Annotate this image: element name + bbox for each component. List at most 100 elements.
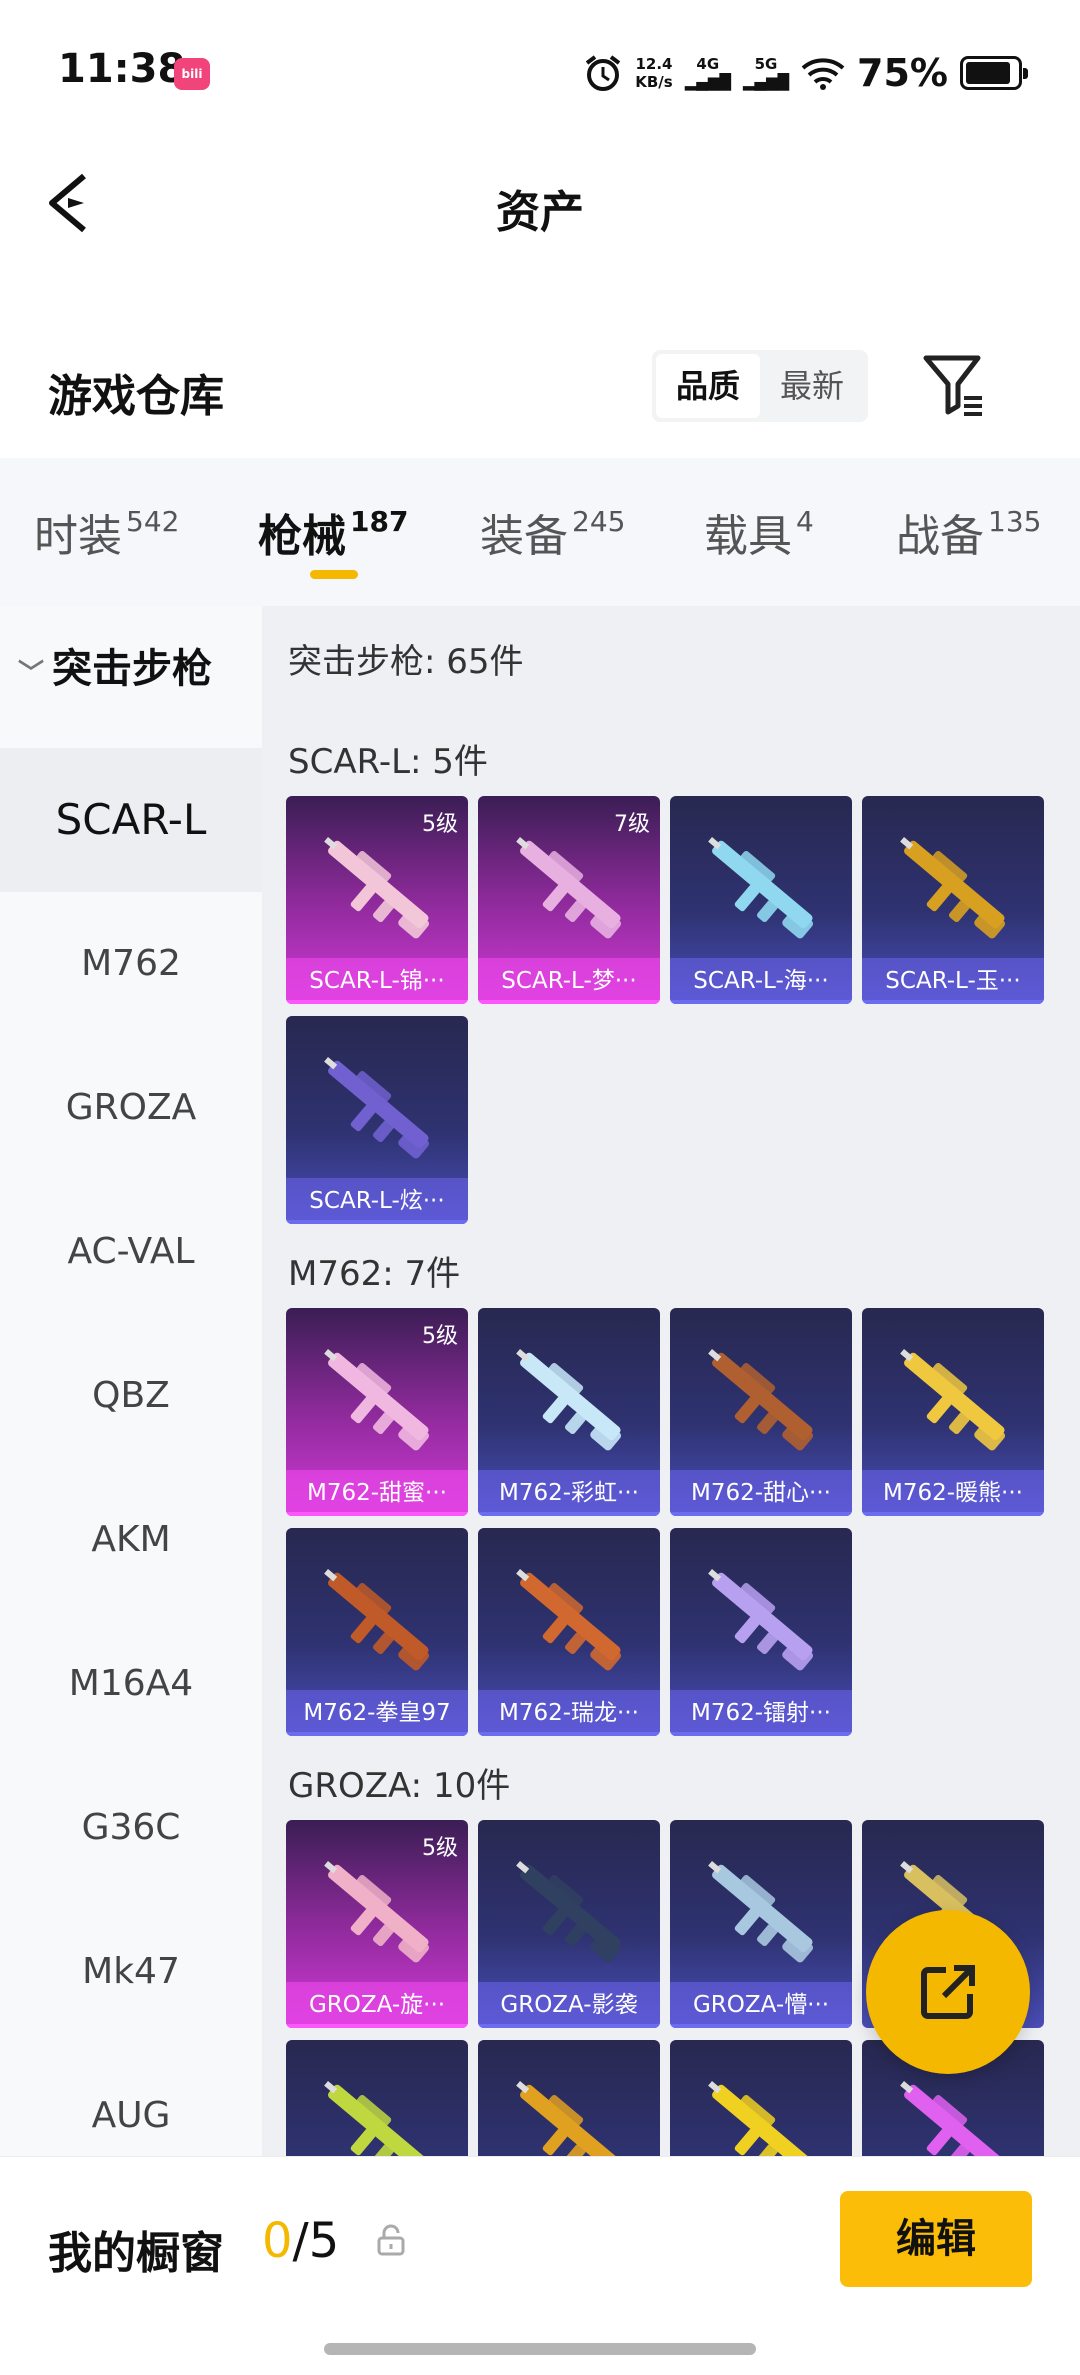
rifle-icon [516,1861,622,1963]
sidebar-item-scar-l[interactable]: SCAR-L [0,748,262,892]
section-title: M762: 7件 [288,1254,461,1294]
rifle-icon [516,837,622,939]
wifi-icon [801,58,845,90]
filter-icon[interactable] [920,350,990,420]
weapon-card[interactable]: M762-瑞龙··· [478,1528,660,1736]
signal-5g-icon: 5G ▂▄▆█ [742,55,790,91]
rifle-icon [900,1349,1006,1451]
weapon-name: SCAR-L-玉··· [862,958,1044,1004]
tab-vehicles[interactable]: 载具 4 [704,500,814,564]
rifle-icon [708,1569,814,1671]
weapon-card[interactable]: M762-暖熊··· [862,1308,1044,1516]
rifle-icon [324,1569,430,1671]
rifle-icon [516,1349,622,1451]
category-header[interactable]: ﹀ 突击步枪 [18,636,212,694]
weapon-name: SCAR-L-梦··· [478,958,660,1004]
chevron-down-icon: ﹀ [18,658,45,689]
share-button[interactable] [866,1910,1030,2074]
rifle-icon [708,2081,814,2156]
weapon-name: M762-彩虹··· [478,1470,660,1516]
showcase-bar: 我的橱窗 0/5 编辑 [0,2156,1080,2375]
level-badge: 7级 [614,812,650,837]
home-indicator [324,2343,756,2355]
alarm-icon [586,55,621,91]
weapon-name: M762-甜蜜··· [286,1470,468,1516]
weapon-card[interactable]: M762-甜心··· [670,1308,852,1516]
weapon-name: SCAR-L-锦··· [286,958,468,1004]
net-speed: 12.4 KB/s [635,55,673,91]
level-badge: 5级 [422,1324,458,1349]
weapon-card[interactable]: 7级 SCAR-L-梦··· [478,796,660,1004]
weapon-card[interactable]: SCAR-L-玉··· [862,796,1044,1004]
level-badge: 5级 [422,1836,458,1861]
section-title: SCAR-L: 5件 [288,742,488,782]
rifle-icon [900,837,1006,939]
active-tab-indicator [310,570,358,579]
level-badge: 5级 [422,812,458,837]
battery-icon [960,56,1028,90]
weapon-card[interactable]: 5级 M762-甜蜜··· [286,1308,468,1516]
rifle-icon [324,1349,430,1451]
weapon-name: GROZA-懵··· [670,1982,852,2028]
weapon-card[interactable]: 5级 SCAR-L-锦··· [286,796,468,1004]
sort-newest-option[interactable]: 最新 [760,354,864,418]
weapon-card[interactable]: SCAR-L-海··· [670,796,852,1004]
weapon-name: M762-暖熊··· [862,1470,1044,1516]
weapon-card[interactable]: GROZA-懵··· [670,1820,852,2028]
rifle-icon [708,1349,814,1451]
lock-icon [377,2224,405,2256]
weapon-name: M762-拳皇97 [286,1690,468,1736]
sidebar-item-g36c[interactable]: G36C [0,1756,262,1900]
category-tabs: 时装 542 枪械 187 装备 245 载具 4 战备 135 [0,458,1080,606]
weapon-card[interactable] [670,2040,852,2156]
showcase-label: 我的橱窗 [48,2228,224,2279]
showcase-count: 0/5 [262,2213,340,2269]
weapon-card[interactable] [286,2040,468,2156]
rifle-icon [708,1861,814,1963]
status-bar: 11:38 bili 12.4 KB/s 4G ▂▄▆█ 5G ▂▄▆█ 75% [0,0,1080,140]
weapon-name: GROZA-旋··· [286,1982,468,2028]
weapon-name: M762-甜心··· [670,1470,852,1516]
rifle-icon [324,1057,430,1159]
bilibili-app-icon: bili [174,58,210,90]
rifle-icon [324,837,430,939]
edit-button[interactable]: 编辑 [840,2191,1032,2287]
weapon-name: SCAR-L-海··· [670,958,852,1004]
sidebar-item-groza[interactable]: GROZA [0,1036,262,1180]
page-title: 资产 [496,187,584,238]
tab-fashion[interactable]: 时装 542 [34,500,179,564]
battery-percent: 75% [857,51,948,95]
rifle-icon [708,837,814,939]
rifle-icon [516,2081,622,2156]
sidebar-item-m16a4[interactable]: M16A4 [0,1612,262,1756]
summary-title: 突击步枪: 65件 [288,642,524,682]
weapon-card[interactable]: M762-拳皇97 [286,1528,468,1736]
weapon-name: M762-瑞龙··· [478,1690,660,1736]
weapon-card[interactable] [478,2040,660,2156]
weapon-name: M762-镭射··· [670,1690,852,1736]
sidebar-item-qbz[interactable]: QBZ [0,1324,262,1468]
weapon-card[interactable]: 5级 GROZA-旋··· [286,1820,468,2028]
sidebar-item-mk47[interactable]: Mk47 [0,1900,262,2044]
status-icons: 12.4 KB/s 4G ▂▄▆█ 5G ▂▄▆█ 75% [583,48,1028,98]
weapon-card[interactable]: GROZA-影袭 [478,1820,660,2028]
rifle-icon [324,2081,430,2156]
tab-supplies[interactable]: 战备 135 [896,500,1041,564]
rifle-icon [324,1861,430,1963]
status-time: 11:38 [58,46,186,92]
tab-guns[interactable]: 枪械 187 [258,500,408,564]
signal-4g-icon: 4G ▂▄▆█ [684,55,731,91]
weapon-name: SCAR-L-炫··· [286,1178,468,1224]
section-title: GROZA: 10件 [288,1766,511,1806]
sort-quality-option[interactable]: 品质 [656,354,760,418]
weapon-name: GROZA-影袭 [478,1982,660,2028]
weapon-card[interactable]: SCAR-L-炫··· [286,1016,468,1224]
tab-equipment[interactable]: 装备 245 [480,500,625,564]
weapon-card[interactable]: M762-镭射··· [670,1528,852,1736]
weapon-card[interactable]: M762-彩虹··· [478,1308,660,1516]
sidebar-item-akm[interactable]: AKM [0,1468,262,1612]
sidebar-item-ac-val[interactable]: AC-VAL [0,1180,262,1324]
sidebar-item-m762[interactable]: M762 [0,892,262,1036]
weapon-sidebar: ﹀ 突击步枪 SCAR-L M762 GROZA AC-VAL QBZ AKM M… [0,606,262,2156]
rifle-icon [900,2081,1006,2156]
